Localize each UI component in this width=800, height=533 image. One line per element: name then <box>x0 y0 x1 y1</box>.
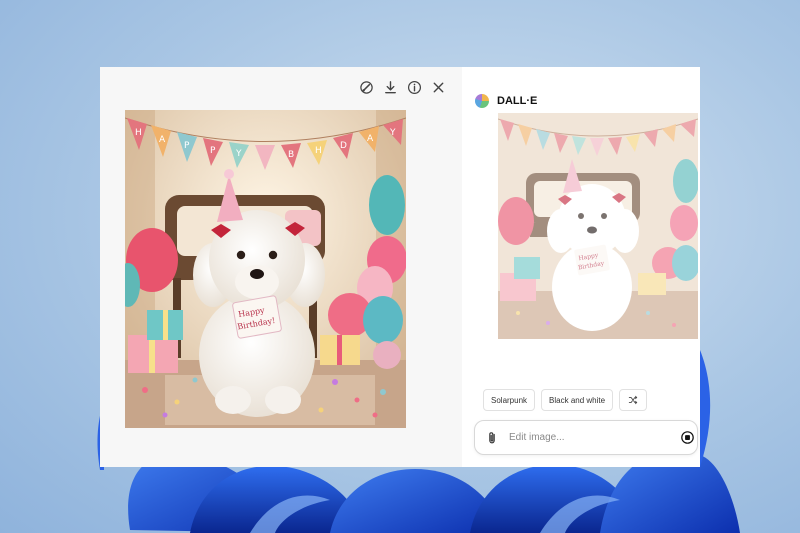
svg-text:B: B <box>288 150 294 160</box>
style-suggestions: Solarpunk Black and white <box>483 389 648 411</box>
svg-text:A: A <box>159 135 166 145</box>
attach-paperclip-icon[interactable] <box>485 431 499 445</box>
svg-text:D: D <box>340 141 347 151</box>
shuffle-icon <box>628 395 638 405</box>
download-button[interactable] <box>382 79 398 95</box>
svg-text:H: H <box>135 128 142 138</box>
svg-text:P: P <box>210 146 216 156</box>
generated-image[interactable]: H A P P Y B H D A Y Happy Birthday! <box>125 110 406 428</box>
svg-text:Y: Y <box>235 149 242 159</box>
svg-text:H: H <box>315 146 322 156</box>
chat-pane: DALL·E Happy Birthday Solarpunk Black an… <box>462 67 700 467</box>
sender-name: DALL·E <box>497 95 538 107</box>
shuffle-styles-button[interactable] <box>619 389 648 411</box>
generated-image-thumbnail[interactable]: Happy Birthday <box>498 113 698 339</box>
svg-text:A: A <box>367 134 374 144</box>
svg-text:Y: Y <box>389 128 396 138</box>
edit-brush-button[interactable] <box>358 79 374 95</box>
stop-icon[interactable] <box>681 431 694 444</box>
close-button[interactable] <box>430 79 446 95</box>
style-chip-solarpunk[interactable]: Solarpunk <box>483 389 536 411</box>
message-sender: DALL·E <box>475 94 537 108</box>
image-preview-pane: H A P P Y B H D A Y Happy Birthday! <box>100 67 462 467</box>
download-icon <box>384 80 396 93</box>
info-button[interactable] <box>406 79 422 95</box>
dalle-logo-icon <box>475 94 489 108</box>
edit-image-input[interactable] <box>507 431 671 444</box>
edit-composer <box>474 420 698 455</box>
image-viewer-dialog: H A P P Y B H D A Y Happy Birthday! DALL… <box>100 67 700 467</box>
close-icon <box>433 82 443 92</box>
style-chip-black-and-white[interactable]: Black and white <box>541 389 614 411</box>
edit-brush-icon <box>359 80 373 94</box>
info-icon <box>407 80 421 94</box>
image-toolbar <box>358 79 446 95</box>
svg-text:P: P <box>184 141 190 151</box>
